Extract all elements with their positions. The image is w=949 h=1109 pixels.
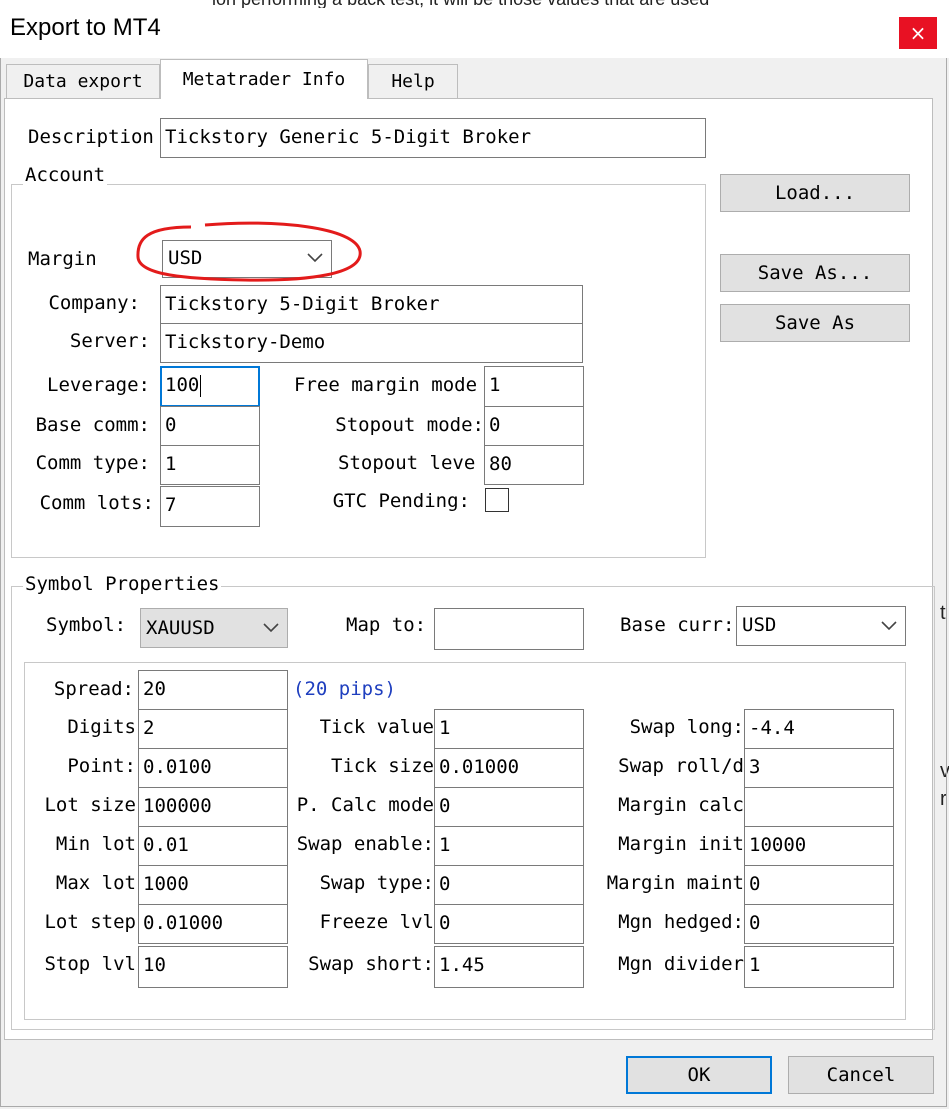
tab-data-export[interactable]: Data export [6,64,160,98]
margin-initial-label: Margin init [618,833,744,855]
max-lot-field[interactable]: 1000 [138,865,288,905]
description-field[interactable]: Tickstory Generic 5-Digit Broker [160,118,706,158]
free-margin-mode-field[interactable]: 1 [484,366,584,407]
profit-calc-mode-label: P. Calc mode [296,794,434,816]
margin-maintenance-label: Margin maint [606,872,744,894]
lot-size-field[interactable]: 100000 [138,787,288,827]
base-currency-select[interactable]: USD [736,606,906,646]
base-comm-field[interactable]: 0 [160,406,260,446]
description-label: Description [28,126,154,148]
swap-rollover-field[interactable]: 3 [744,748,894,788]
swap-long-field[interactable]: -4.4 [744,709,894,749]
tick-value-label: Tick value [319,716,434,738]
digits-field[interactable]: 2 [138,709,288,749]
tab-metatrader-info[interactable]: Metatrader Info [160,59,368,99]
lot-step-label: Lot step [44,911,136,933]
swap-rollover-label: Swap roll/d [618,755,744,777]
account-group-title: Account [23,163,108,187]
symbol-properties-title: Symbol Properties [23,572,222,596]
map-to-label: Map to: [346,614,427,636]
ok-button[interactable]: OK [626,1056,772,1094]
profit-calc-mode-field[interactable]: 0 [434,787,584,827]
load-button[interactable]: Load... [720,174,910,212]
leverage-label: Leverage: [47,374,150,396]
leverage-field[interactable]: 100 [160,366,260,407]
swap-enable-label: Swap enable: [296,833,434,855]
chevron-down-icon [881,621,897,631]
margin-label: Margin [28,248,97,270]
symbol-select[interactable]: XAUUSD [140,608,288,648]
background-document-text: ion performing a back test, it will be t… [0,0,949,8]
free-margin-mode-label: Free margin mode [294,374,478,396]
stopout-level-field[interactable]: 80 [484,445,584,485]
lot-step-field[interactable]: 0.01000 [138,904,288,944]
freeze-level-label: Freeze lvl [319,911,434,933]
swap-type-field[interactable]: 0 [434,865,584,905]
point-field[interactable]: 0.0100 [138,748,288,788]
tick-value-field[interactable]: 1 [434,709,584,749]
spread-label: Spread: [53,678,134,700]
tick-size-label: Tick size [331,755,434,777]
tab-help[interactable]: Help [368,64,458,98]
margin-calc-label: Margin calc [618,794,744,816]
margin-initial-field[interactable]: 10000 [744,826,894,866]
margin-hedged-field[interactable]: 0 [744,904,894,944]
window-title: Export to MT4 [10,14,161,41]
swap-enable-field[interactable]: 1 [434,826,584,866]
save-as-dots-button[interactable]: Save As... [720,254,910,292]
margin-divider-label: Mgn divider [618,953,744,975]
min-lot-field[interactable]: 0.01 [138,826,288,866]
swap-short-field[interactable]: 1.45 [434,946,584,988]
comm-type-label: Comm type: [35,452,150,474]
margin-maintenance-field[interactable]: 0 [744,865,894,905]
comm-type-field[interactable]: 1 [160,445,260,485]
comm-lots-label: Comm lots: [39,492,154,514]
base-comm-label: Base comm: [35,414,150,436]
text-caret [200,374,202,397]
gtc-pending-checkbox[interactable] [485,488,509,512]
swap-long-label: Swap long: [629,716,744,738]
stopout-level-label: Stopout leve [338,452,476,474]
base-curr-label: Base curr: [620,614,735,636]
company-label: Company: [48,292,140,314]
cancel-button[interactable]: Cancel [788,1056,934,1094]
company-field[interactable]: Tickstory 5-Digit Broker [160,285,583,324]
digits-label: Digits [67,716,136,738]
map-to-field[interactable] [434,608,584,650]
min-lot-label: Min lot [55,833,136,855]
stopout-mode-label: Stopout mode: [335,414,484,436]
comm-lots-field[interactable]: 7 [160,486,260,527]
close-button[interactable]: × [899,17,937,49]
swap-short-label: Swap short: [308,953,434,975]
chevron-down-icon [263,623,279,633]
point-label: Point: [67,755,136,777]
stop-level-label: Stop lvl [44,953,136,975]
max-lot-label: Max lot [55,872,136,894]
symbol-label: Symbol: [46,614,127,636]
close-icon: × [909,21,927,45]
freeze-level-field[interactable]: 0 [434,904,584,944]
stop-level-field[interactable]: 10 [138,946,288,988]
margin-hedged-label: Mgn hedged: [618,911,744,933]
stopout-mode-field[interactable]: 0 [484,406,584,446]
server-label: Server: [69,330,150,352]
spread-field[interactable]: 20 [138,670,288,710]
margin-calc-field[interactable] [744,787,894,827]
save-as-button[interactable]: Save As [720,304,910,342]
lot-size-label: Lot size [44,794,136,816]
red-circle-annotation [136,221,362,282]
tick-size-field[interactable]: 0.01000 [434,748,584,788]
server-field[interactable]: Tickstory-Demo [160,323,583,363]
gtc-pending-label: GTC Pending: [332,490,470,512]
swap-type-label: Swap type: [319,872,434,894]
spread-pips-note: (20 pips) [293,678,396,700]
margin-divider-field[interactable]: 1 [744,946,894,988]
